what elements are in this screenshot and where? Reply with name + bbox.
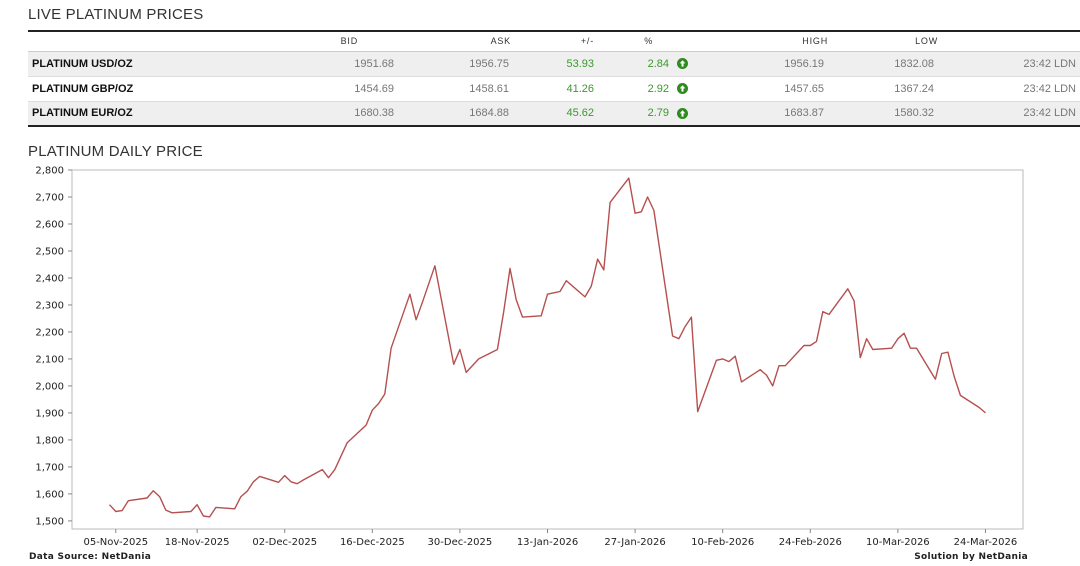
up-arrow-icon [677,58,688,70]
y-tick-label: 2,300 [35,300,64,311]
row-change: 53.93 [566,57,594,70]
y-tick-label: 2,000 [35,381,64,392]
row-bid: 1951.68 [354,57,394,70]
row-high: 1956.19 [784,57,824,70]
col-header-bid: BID [188,31,398,52]
up-arrow-icon [677,83,688,95]
up-arrow-icon [677,107,688,119]
y-tick-label: 1,800 [35,435,64,446]
row-time: 23:42 LDN [1023,107,1076,120]
y-tick-label: 1,900 [35,408,64,419]
y-tick-label: 2,200 [35,327,64,338]
y-tick-label: 2,500 [35,246,64,257]
platinum-daily-chart: 1,500 1,600 1,700 1,800 1,900 2,000 2,100 2,200… [35,166,1024,548]
row-low: 1580.32 [894,107,934,120]
row-high: 1457.65 [784,82,824,95]
row-high: 1683.87 [784,107,824,120]
x-tick-label: 05-Nov-2025 [83,537,148,548]
col-header-name [28,31,188,52]
row-instrument: PLATINUM EUR/OZ [32,107,133,120]
x-tick-label: 27-Jan-2026 [604,537,665,548]
col-header-low: LOW [828,31,938,52]
y-tick-label: 2,600 [35,219,64,230]
solution-credit-label: Solution by NetDania [914,552,1028,562]
x-tick-label: 10-Feb-2026 [691,537,754,548]
col-header-change: +/- [513,31,598,52]
col-header-ask: ASK [398,31,513,52]
row-time: 23:42 LDN [1023,82,1076,95]
y-tick-label: 1,600 [35,489,64,500]
y-tick-label: 1,700 [35,462,64,473]
row-time: 23:42 LDN [1023,57,1076,70]
row-ask: 1684.88 [469,107,509,120]
live-prices-table: BID ASK +/- % HIGH LOW PLATINUM USD/OZ 1… [28,30,1080,127]
row-change: 45.62 [566,107,594,120]
y-tick-label: 2,100 [35,354,64,365]
row-instrument: PLATINUM GBP/OZ [32,82,134,95]
x-tick-label: 13-Jan-2026 [517,537,578,548]
live-prices-title: LIVE PLATINUM PRICES [28,6,204,23]
x-tick-label: 30-Dec-2025 [428,537,493,548]
x-tick-label: 18-Nov-2025 [165,537,230,548]
table-row[interactable]: PLATINUM EUR/OZ 1680.38 1684.88 45.62 2.… [28,101,1080,126]
table-row[interactable]: PLATINUM GBP/OZ 1454.69 1458.61 41.26 2.… [28,76,1080,101]
x-tick-label: 16-Dec-2025 [340,537,405,548]
row-low: 1832.08 [894,57,934,70]
x-tick-label: 24-Feb-2026 [779,537,842,548]
col-header-direction [673,31,713,52]
data-source-label: Data Source: NetDania [29,552,152,562]
y-tick-label: 1,500 [35,516,64,527]
row-ask: 1956.75 [469,57,509,70]
daily-price-title: PLATINUM DAILY PRICE [28,143,203,160]
table-header-row: BID ASK +/- % HIGH LOW [28,31,1080,52]
x-tick-label: 10-Mar-2026 [866,537,930,548]
x-tick-label: 02-Dec-2025 [252,537,317,548]
row-change: 41.26 [566,82,594,95]
col-header-time [938,31,1080,52]
table-row[interactable]: PLATINUM USD/OZ 1951.68 1956.75 53.93 2.… [28,51,1080,76]
row-ask: 1458.61 [469,82,509,95]
row-percent: 2.84 [647,57,669,70]
row-low: 1367.24 [894,82,934,95]
col-header-percent: % [598,31,673,52]
x-tick-label: 24-Mar-2026 [954,537,1018,548]
y-tick-label: 2,700 [35,192,64,203]
row-percent: 2.79 [647,107,669,120]
row-percent: 2.92 [647,82,669,95]
y-tick-label: 2,800 [35,166,64,177]
y-tick-label: 2,400 [35,273,64,284]
row-instrument: PLATINUM USD/OZ [32,57,133,70]
row-bid: 1454.69 [354,82,394,95]
col-header-high: HIGH [713,31,828,52]
row-bid: 1680.38 [354,107,394,120]
